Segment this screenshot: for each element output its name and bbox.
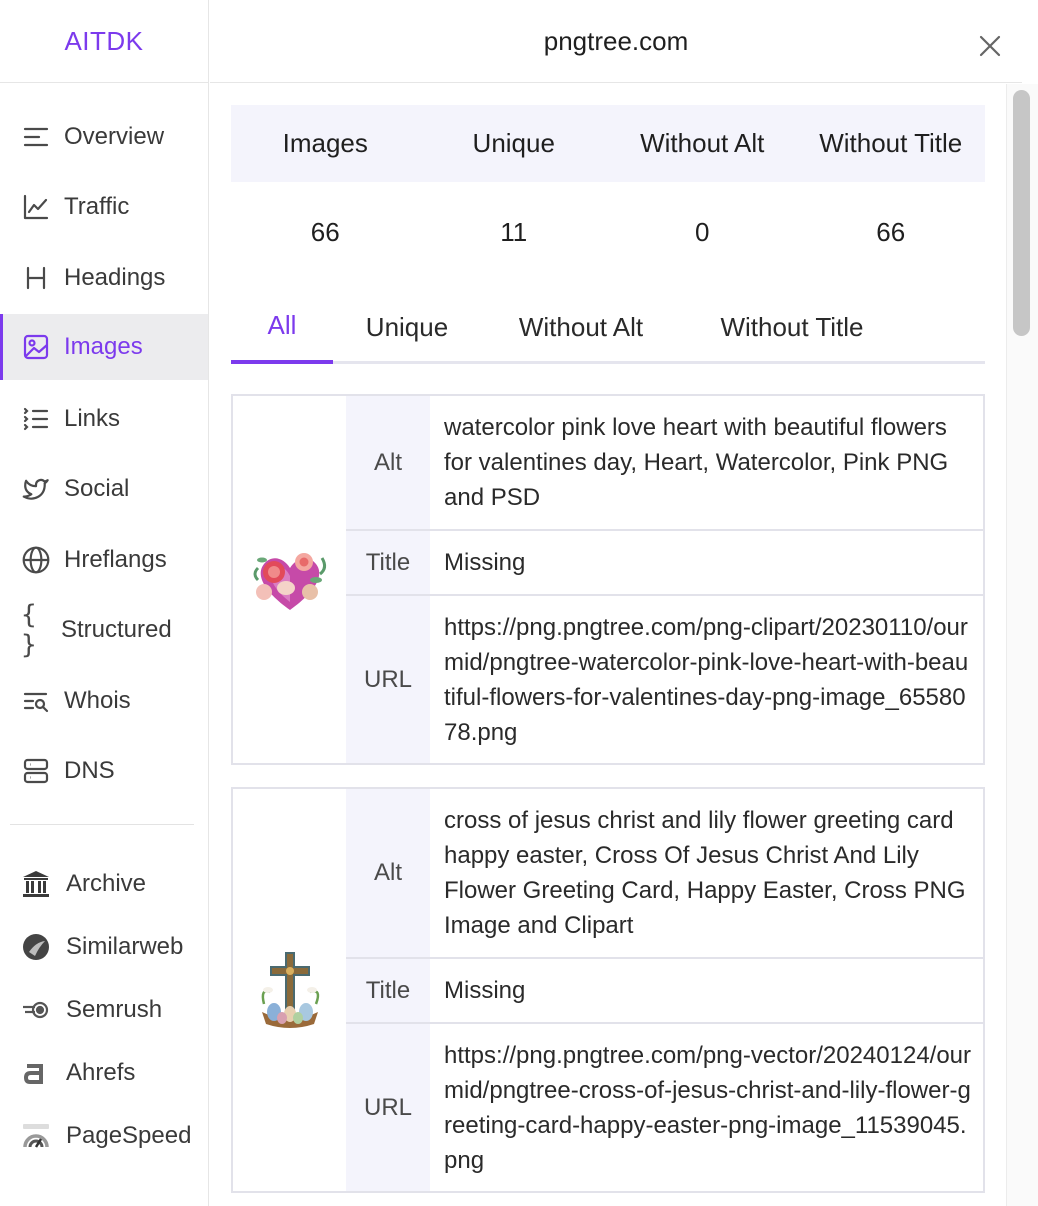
sidebar-item-overview[interactable]: Overview [0,104,208,170]
title-row: Title Missing [346,959,985,1024]
ahrefs-icon [21,1058,51,1088]
tab-unique[interactable]: Unique [344,290,470,364]
stats-header: Images Unique Without Alt Without Title [231,105,985,182]
alt-row: Alt cross of jesus christ and lily flowe… [346,789,985,959]
alt-label: Alt [346,396,430,529]
line-chart-icon [21,192,51,222]
url-row: URL https://png.pngtree.com/png-vector/2… [346,1024,985,1191]
stat-value-without-title: 66 [876,216,906,247]
title-value: Missing [444,549,526,576]
server-icon [21,756,51,786]
sidebar-item-structured[interactable]: { } Structured [0,597,208,663]
sidebar-item-images[interactable]: Images [0,314,208,380]
url-row: URL https://png.pngtree.com/png-clipart/… [346,596,985,763]
url-value[interactable]: https://png.pngtree.com/png-clipart/2023… [444,610,974,750]
stat-label-images: Images [282,128,368,158]
sidebar-item-label: Archive [66,870,147,897]
heading-icon [21,263,51,293]
title-row: Title Missing [346,531,985,596]
image-card: Alt watercolor pink love heart with beau… [231,394,985,765]
stat-label-unique: Unique [472,128,555,158]
list-icon [21,122,51,152]
url-label: URL [346,1024,430,1191]
tab-without-alt[interactable]: Without Alt [496,290,666,364]
sidebar-item-label: Overview [64,123,165,150]
stat-value-images: 66 [310,216,340,247]
sidebar-item-links[interactable]: Links [0,386,208,452]
sidebar-item-traffic[interactable]: Traffic [0,174,208,240]
stat-label-without-title: Without Title [819,128,963,158]
sidebar-item-label: Similarweb [66,933,184,960]
title-value: Missing [444,977,526,1004]
search-list-icon [21,686,51,716]
sidebar-item-dns[interactable]: DNS [0,738,208,804]
sidebar-item-label: Traffic [64,193,130,220]
sidebar-item-label: Images [64,333,143,360]
pagespeed-icon [21,1121,51,1151]
sidebar-item-social[interactable]: Social [0,456,208,522]
stat-label-without-alt: Without Alt [640,128,765,158]
close-button[interactable] [972,30,1008,66]
scrollbar-thumb[interactable] [1013,90,1030,336]
sidebar-tool-ahrefs[interactable]: Ahrefs [0,1040,208,1106]
braces-icon: { } [21,600,37,660]
image-card: Alt cross of jesus christ and lily flowe… [231,787,985,1193]
sidebar-tool-pagespeed[interactable]: PageSpeed [0,1103,208,1169]
close-icon [978,34,1002,63]
filter-tabs: All Unique Without Alt Without Title [231,290,985,364]
tab-without-title[interactable]: Without Title [701,290,883,364]
title-label: Title [346,959,430,1022]
url-label: URL [346,596,430,763]
sidebar-item-label: Headings [64,264,166,291]
numbered-list-icon [21,404,51,434]
image-thumbnail[interactable] [233,789,346,1191]
sidebar-divider [10,824,194,825]
alt-value: watercolor pink love heart with beautifu… [444,414,949,511]
sidebar-item-label: Social [64,475,130,502]
sidebar-item-label: Whois [64,687,131,714]
sidebar-item-label: Hreflangs [64,546,167,573]
sidebar-item-hreflangs[interactable]: Hreflangs [0,527,208,593]
sidebar-item-label: DNS [64,757,115,784]
alt-value: cross of jesus christ and lily flower gr… [444,807,966,939]
sidebar-item-label: Semrush [66,996,163,1023]
page-title: pngtree.com [210,0,1022,83]
brand-logo[interactable]: AITDK [0,0,208,83]
sidebar-tool-semrush[interactable]: Semrush [0,977,208,1043]
title-label: Title [346,531,430,594]
semrush-icon [21,995,51,1025]
sidebar-tool-similarweb[interactable]: Similarweb [0,914,208,980]
stat-value-without-alt: 0 [695,216,710,247]
alt-row: Alt watercolor pink love heart with beau… [346,396,985,531]
image-thumbnail[interactable] [233,396,346,763]
globe-icon [21,545,51,575]
similarweb-icon [21,932,51,962]
sidebar-item-label: Structured [61,616,172,643]
sidebar-item-headings[interactable]: Headings [0,245,208,311]
sidebar-item-whois[interactable]: Whois [0,668,208,734]
stat-value-unique: 11 [500,216,528,247]
heart-flowers-image [253,552,326,610]
sidebar: AITDK Overview Traffic Headings Images L… [0,0,209,1206]
url-value[interactable]: https://png.pngtree.com/png-vector/20240… [444,1038,974,1178]
alt-label: Alt [346,789,430,957]
tab-all[interactable]: All [231,290,333,364]
stats-values: 66 11 0 66 [231,192,985,272]
archive-icon [21,869,51,899]
easter-cross-image [261,952,319,1028]
sidebar-item-label: Ahrefs [66,1059,136,1086]
sidebar-item-label: Links [64,405,121,432]
sidebar-item-label: PageSpeed [66,1122,192,1149]
sidebar-tool-archive[interactable]: Archive [0,851,208,917]
image-icon [21,332,51,362]
twitter-icon [21,474,51,504]
